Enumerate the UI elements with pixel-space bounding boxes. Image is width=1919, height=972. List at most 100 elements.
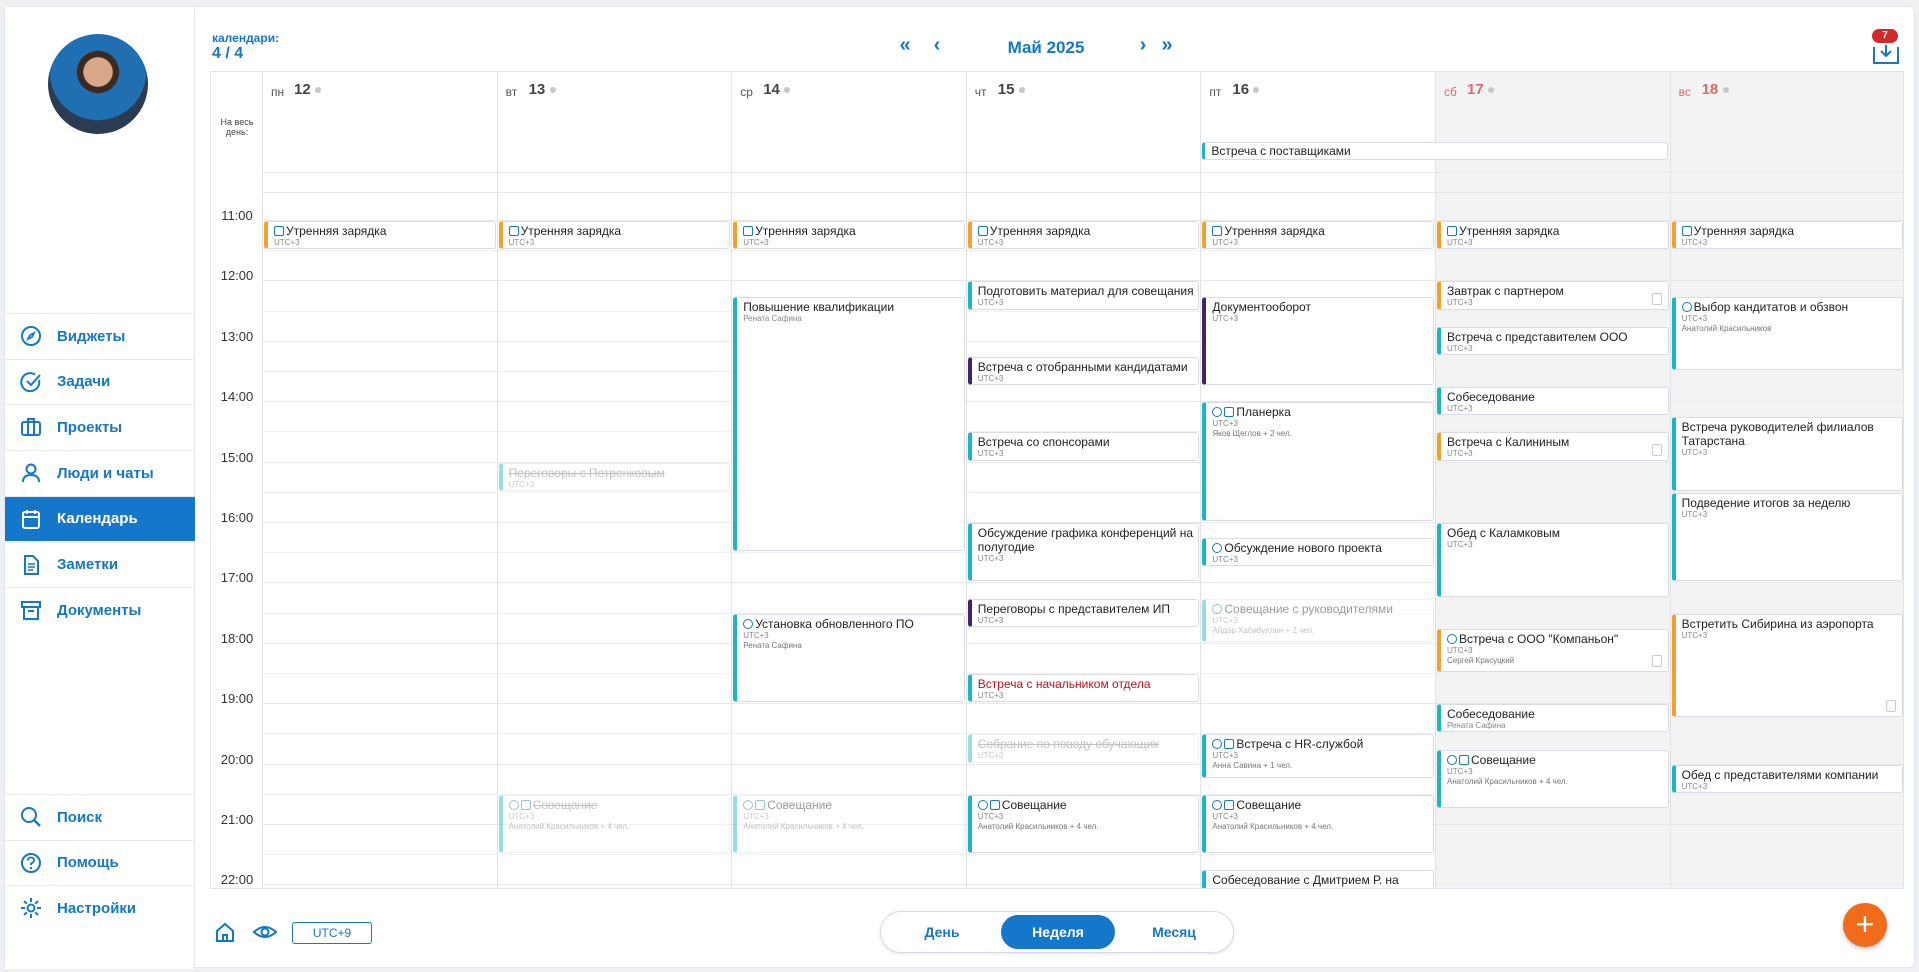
calendar-event[interactable]: Подготовить материал для совещания UTC+3 [967, 281, 1200, 310]
calendar-event[interactable]: Совещание UTC+3 Анатолий Красильников + 4 … [733, 794, 965, 854]
calendar-event[interactable]: Обед с Каламковым UTC+3 [1437, 523, 1669, 597]
event-subtitle: UTC+3 [1681, 448, 1708, 458]
calendar-event[interactable]: Документооборот UTC+3 [1202, 296, 1434, 386]
event-title: Собеседование [1447, 707, 1535, 722]
next-week-chevron-icon[interactable]: › [1132, 35, 1154, 57]
calendar-event[interactable]: Встреча с начальником отдела UTC+3 [967, 674, 1200, 703]
event-subtitle: UTC+3 [508, 479, 535, 489]
day-header[interactable]: сб 17 [1436, 72, 1671, 132]
calendar-event[interactable]: Встреча с HR-службой UTC+3 Анна Савина + 1… [1202, 734, 1434, 778]
day-header[interactable]: пн 12 [263, 72, 498, 132]
calendar-event[interactable]: Встретить Сибирина из аэропорта UTC+3 [1671, 613, 1903, 718]
event-title: Обед с представителями компании [1681, 767, 1879, 782]
avatar[interactable] [48, 34, 148, 134]
month-title[interactable]: Май 2025 [976, 38, 1116, 58]
calendar-event[interactable]: Подведение итогов за неделю UTC+3 [1671, 492, 1903, 582]
prev-month-double-chevron-icon[interactable]: « [894, 35, 916, 57]
calendar-event[interactable]: Встреча с отобранными кандидатами UTC+3 [967, 356, 1200, 386]
day-header[interactable]: пт 16 [1201, 72, 1436, 132]
time-label: 13:00 [220, 328, 254, 344]
calendar-event[interactable]: Совещание UTC+3 Анатолий Красильников + 4 … [1437, 749, 1669, 808]
calendar-event[interactable]: Утренняя зарядка UTC+3 [733, 221, 965, 250]
calendar-event[interactable]: Встреча с представителем ООО UTC+3 [1437, 326, 1669, 355]
event-subtitle: UTC+3 [977, 238, 1004, 247]
day-column[interactable] [967, 72, 1202, 888]
eye-icon[interactable] [252, 921, 278, 943]
sidebar-item-2[interactable]: Проекты [5, 404, 195, 449]
event-participants: Анатолий Красильников [1681, 323, 1772, 333]
time-label: 15:00 [220, 449, 254, 465]
calendar-event[interactable]: Переговоры с Петренковым UTC+3 [498, 462, 731, 491]
day-header[interactable]: вт 13 [498, 72, 733, 132]
event-subtitle: UTC+3 [1447, 766, 1473, 776]
next-month-double-chevron-icon[interactable]: » [1156, 35, 1178, 57]
day-header[interactable]: ср 14 [732, 72, 967, 132]
calendars-count[interactable]: 4 / 4 [212, 45, 243, 63]
question-icon [1447, 633, 1457, 644]
day-date: 16 [1232, 81, 1250, 98]
timezone-button[interactable]: UTC+9 [292, 922, 372, 944]
sidebar-item-5[interactable]: Заметки [5, 541, 195, 587]
recurring-icon [989, 799, 1000, 810]
sidebar-item-b0[interactable]: Поиск [5, 794, 195, 839]
view-day-button[interactable]: День [885, 915, 999, 949]
sidebar-item-1[interactable]: Задачи [5, 358, 195, 404]
calendar-event[interactable]: Совещание с руководителями UTC+3 Айдар Хаб… [1202, 598, 1434, 642]
calendar-event[interactable]: Собрание по поводу обучающих UTC+3 [967, 734, 1200, 763]
calendar-event[interactable]: Обед с представителями компании UTC+3 [1671, 764, 1903, 793]
sidebar-item-b1[interactable]: Помощь [5, 839, 195, 885]
event-subtitle: UTC+3 [1212, 615, 1238, 625]
day-header[interactable]: чт 15 [967, 72, 1202, 132]
calendar-event[interactable]: Встреча с Калининым UTC+3 [1437, 432, 1669, 461]
inbox-icon[interactable] [1872, 41, 1900, 65]
sidebar-item-3[interactable]: Люди и чаты [5, 450, 195, 495]
calendar-event[interactable]: Обсуждение нового проекта UTC+3 [1202, 538, 1434, 567]
calendar-event[interactable]: Утренняя зарядка UTC+3 [264, 221, 496, 250]
calendar-event[interactable]: Встреча с ООО "Компаньон" UTC+3 Сергей Кра… [1437, 628, 1669, 672]
calendar-event[interactable]: Установка обновленного ПО UTC+3 Рената Саф… [733, 613, 965, 703]
sidebar-item-6[interactable]: Документы [5, 587, 195, 632]
calendar-event[interactable]: Встреча со спонсорами UTC+3 [967, 432, 1200, 461]
event-participants: Анатолий Красильников + 4 чел. [743, 821, 864, 831]
prev-week-chevron-icon[interactable]: ‹ [926, 35, 948, 57]
calendar-event[interactable]: Выбор кандитатов и обзвон UTC+3 Анатолий К… [1671, 296, 1903, 370]
event-title-row: Собеседование с Дмитрием Р. на должность… [1212, 873, 1429, 888]
calendar-event[interactable]: Собеседование с Дмитрием Р. на должность… [1202, 870, 1434, 888]
calendar-event[interactable]: Совещание UTC+3 Анатолий Красильников + 4 … [1202, 794, 1434, 854]
calendar-event[interactable]: Встреча руководителей филиалов Татарстан… [1671, 417, 1903, 491]
add-event-button[interactable]: + [1843, 903, 1887, 947]
event-subtitle: Рената Сафина [1447, 721, 1506, 731]
event-participants: Яков Щеглов + 2 чел. [1212, 429, 1292, 439]
time-label: 16:00 [220, 510, 254, 525]
day-header[interactable]: вс 18 [1671, 72, 1903, 132]
event-title: Совещание [1001, 797, 1067, 812]
calendar-event[interactable]: Совещание UTC+3 Анатолий Красильников + 4 … [498, 794, 731, 854]
calendar-event[interactable]: Переговоры с представителем ИП UTC+3 [967, 598, 1200, 627]
calendar-event[interactable]: Утренняя зарядка UTC+3 [967, 221, 1200, 250]
question-icon [977, 799, 988, 810]
calendar-event[interactable]: Повышение квалификации Рената Сафина [733, 296, 965, 552]
sidebar-item-label: Проекты [57, 418, 123, 436]
calendar-event[interactable]: Совещание UTC+3 Анатолий Красильников + 4 … [967, 794, 1200, 854]
calendar-event[interactable]: Собеседование UTC+3 [1437, 387, 1669, 416]
event-title-row: Совещание [1447, 753, 1664, 767]
sidebar-item-b2[interactable]: Настройки [5, 885, 195, 930]
sidebar-item-4[interactable]: Календарь [5, 495, 195, 541]
calendar-event[interactable]: Утренняя зарядка UTC+3 [1202, 221, 1434, 250]
calendar-event[interactable]: Утренняя зарядка UTC+3 [498, 221, 731, 250]
calendar-event[interactable]: Утренняя зарядка UTC+3 [1437, 221, 1669, 250]
calendar-event[interactable]: Собеседование Рената Сафина [1437, 704, 1669, 733]
allday-event[interactable]: Встреча с поставщиками [1202, 142, 1668, 160]
calendar-event[interactable]: Утренняя зарядка UTC+3 [1671, 221, 1903, 250]
sidebar-item-0[interactable]: Виджеты [5, 313, 195, 358]
view-week-button[interactable]: Неделя [1001, 915, 1115, 949]
event-title-row: Собеседование [1447, 390, 1664, 404]
calendar-event[interactable]: Обсуждение графика конференций на полуго… [967, 523, 1200, 582]
briefcase-icon [5, 416, 57, 438]
view-month-button[interactable]: Месяц [1117, 915, 1231, 949]
home-icon[interactable] [214, 921, 236, 943]
calendar-event[interactable]: Завтрак с партнером UTC+3 [1437, 281, 1669, 310]
event-title: Совещание [1471, 752, 1536, 767]
day-column[interactable] [263, 72, 498, 888]
calendar-event[interactable]: Планерка UTC+3 Яков Щеглов + 2 чел. [1202, 402, 1434, 521]
